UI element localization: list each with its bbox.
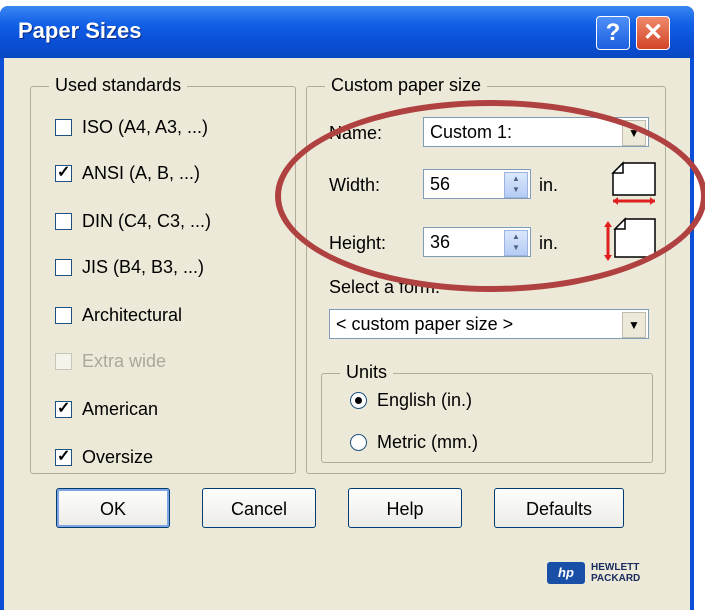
used-standards-group: Used standards ISO (A4, A3, ...) ANSI (A… — [30, 75, 296, 474]
units-title: Units — [340, 362, 394, 383]
ok-button[interactable]: OK — [56, 488, 170, 528]
checkbox-ansi[interactable]: ANSI (A, B, ...) — [55, 162, 201, 184]
checkbox-extra-wide: Extra wide — [55, 351, 166, 372]
cancel-button[interactable]: Cancel — [202, 488, 316, 528]
checkbox-box[interactable] — [55, 398, 72, 418]
checkbox-american[interactable]: American — [55, 398, 159, 420]
checkbox-box[interactable] — [55, 307, 72, 324]
checkbox-box[interactable] — [55, 259, 72, 276]
radio-dot[interactable] — [350, 434, 367, 451]
checkbox-label: Extra wide — [82, 351, 167, 371]
checkbox-label: JIS (B4, B3, ...) — [82, 257, 205, 277]
checkbox-box[interactable] — [55, 162, 72, 182]
hp-logo-line1: HEWLETT — [591, 562, 640, 573]
radio-dot[interactable] — [350, 392, 367, 409]
hp-logo-mark: hp — [547, 562, 585, 584]
defaults-button[interactable]: Defaults — [494, 488, 624, 528]
help-button[interactable]: Help — [348, 488, 462, 528]
checkbox-box[interactable] — [55, 119, 72, 136]
checkbox-label: Oversize — [82, 447, 154, 467]
checkbox-label: Architectural — [82, 305, 183, 325]
checkbox-box — [55, 353, 72, 370]
title-bar[interactable]: Paper Sizes ? ✕ — [0, 6, 694, 58]
form-value: < custom paper size > — [336, 314, 514, 334]
form-dropdown[interactable]: < custom paper size > ▼ — [329, 309, 649, 339]
radio-label: Metric (mm.) — [377, 432, 478, 452]
checkbox-din[interactable]: DIN (C4, C3, ...) — [55, 211, 211, 232]
dialog-window: Paper Sizes ? ✕ Used standards ISO (A4, … — [0, 6, 694, 610]
checkbox-oversize[interactable]: Oversize — [55, 446, 154, 468]
close-icon[interactable]: ✕ — [636, 16, 670, 50]
hp-logo: hp HEWLETT PACKARD — [547, 562, 640, 584]
used-standards-title: Used standards — [49, 75, 188, 96]
checkbox-label: American — [82, 399, 159, 419]
radio-english[interactable]: English (in.) — [350, 390, 472, 411]
custom-paper-size-title: Custom paper size — [325, 75, 488, 96]
checkbox-architectural[interactable]: Architectural — [55, 305, 182, 326]
hp-logo-text: HEWLETT PACKARD — [591, 562, 640, 584]
checkbox-iso[interactable]: ISO (A4, A3, ...) — [55, 117, 208, 138]
checkbox-box[interactable] — [55, 446, 72, 466]
window-title: Paper Sizes — [18, 18, 142, 43]
units-group: Units English (in.) Metric (mm.) — [321, 362, 653, 463]
checkbox-box[interactable] — [55, 213, 72, 230]
checkbox-label: ISO (A4, A3, ...) — [82, 117, 209, 137]
hp-logo-line2: PACKARD — [591, 573, 641, 584]
radio-label: English (in.) — [377, 390, 473, 410]
checkbox-label: DIN (C4, C3, ...) — [82, 211, 212, 231]
checkbox-label: ANSI (A, B, ...) — [82, 163, 201, 183]
help-icon[interactable]: ? — [596, 16, 630, 50]
checkbox-jis[interactable]: JIS (B4, B3, ...) — [55, 257, 204, 278]
radio-metric[interactable]: Metric (mm.) — [350, 432, 478, 453]
dropdown-arrow-icon[interactable]: ▼ — [622, 312, 646, 338]
annotation-ellipse — [275, 100, 705, 292]
